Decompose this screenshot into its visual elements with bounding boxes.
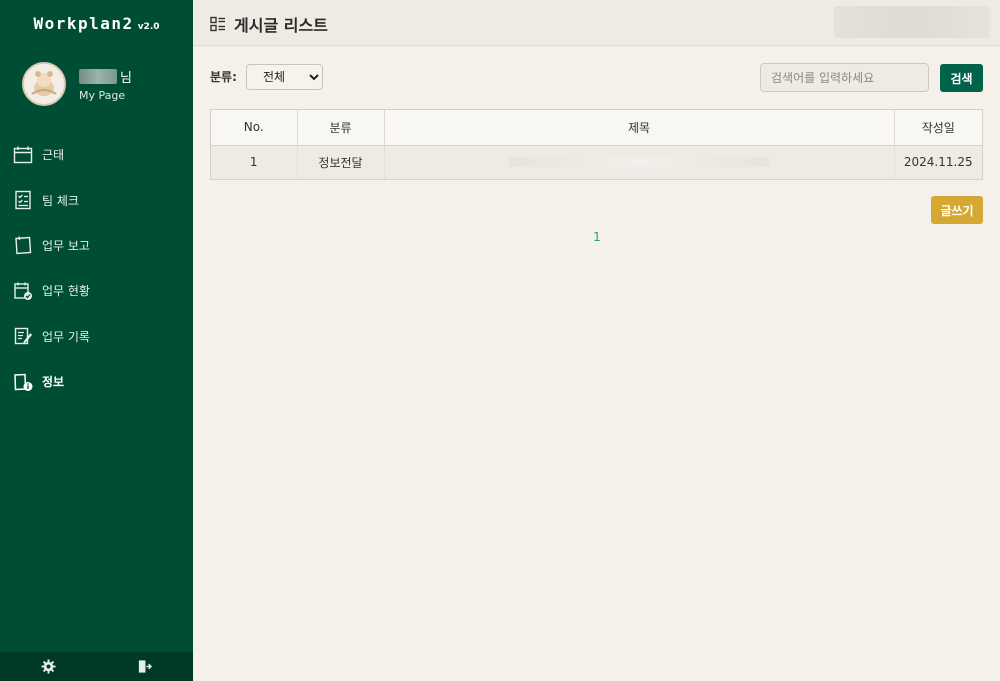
column-header-no: No. bbox=[211, 110, 298, 146]
sidebar-item-label: 업무 현황 bbox=[42, 284, 90, 299]
avatar[interactable] bbox=[22, 62, 66, 106]
user-name: 님 bbox=[79, 67, 132, 87]
app-version: v2.0 bbox=[137, 22, 160, 32]
sidebar-item-label: 정보 bbox=[42, 375, 65, 390]
sidebar-item-team-check[interactable]: 팀 체크 bbox=[0, 177, 193, 222]
topbar: 게시글 리스트 bbox=[193, 0, 1000, 46]
table-header-row: No. 분류 제목 작성일 bbox=[211, 110, 982, 146]
table-row[interactable]: 1 정보전달 2024.11.25 bbox=[211, 145, 982, 179]
list-grid-icon bbox=[210, 16, 225, 32]
column-header-category: 분류 bbox=[297, 110, 385, 146]
blurred-username bbox=[79, 69, 117, 84]
sidebar-nav: 근태 팀 체크 업무 보고 업무 현황 업무 기록 정보 bbox=[0, 132, 193, 404]
sidebar-item-work-status[interactable]: 업무 현황 bbox=[0, 268, 193, 313]
calendar-check-icon bbox=[13, 281, 33, 301]
sidebar-item-label: 업무 기록 bbox=[42, 329, 90, 344]
sidebar-item-info[interactable]: 정보 bbox=[0, 359, 193, 404]
logout-button[interactable] bbox=[96, 659, 192, 674]
blurred-header-widget bbox=[834, 6, 990, 38]
cell-category: 정보전달 bbox=[297, 145, 385, 179]
cell-date: 2024.11.25 bbox=[894, 145, 982, 179]
note-icon bbox=[13, 235, 33, 255]
cell-no: 1 bbox=[211, 145, 298, 179]
logout-icon bbox=[138, 660, 152, 673]
pagination-page-current[interactable]: 1 bbox=[590, 230, 604, 244]
brand-logo[interactable]: Workplan2 v2.0 bbox=[0, 14, 193, 33]
checklist-icon bbox=[13, 190, 33, 210]
sidebar-item-label: 업무 보고 bbox=[42, 238, 90, 253]
sidebar-item-label: 근태 bbox=[42, 148, 65, 163]
category-filter-label: 분류: bbox=[210, 70, 237, 84]
honorific-suffix: 님 bbox=[120, 71, 132, 86]
page-title: 게시글 리스트 bbox=[210, 12, 328, 36]
avatar-image bbox=[24, 64, 64, 104]
mypage-link[interactable]: My Page bbox=[79, 89, 132, 102]
column-header-title: 제목 bbox=[384, 110, 895, 146]
cell-title[interactable] bbox=[384, 145, 895, 179]
sidebar-item-work-log[interactable]: 업무 기록 bbox=[0, 314, 193, 359]
column-header-date: 작성일 bbox=[894, 110, 982, 146]
write-post-button[interactable]: 글쓰기 bbox=[931, 196, 983, 224]
post-table: No. 분류 제목 작성일 1 정보전달 2024.11.25 bbox=[210, 109, 983, 180]
search-input[interactable] bbox=[760, 63, 929, 92]
page-title-text: 게시글 리스트 bbox=[234, 16, 328, 35]
gear-icon bbox=[40, 659, 56, 674]
edit-document-icon bbox=[13, 326, 33, 346]
sidebar: Workplan2 v2.0 님 My Page 근태 팀 체크 업무 보고 업… bbox=[0, 0, 193, 681]
sidebar-item-label: 팀 체크 bbox=[42, 193, 79, 208]
calendar-icon bbox=[13, 145, 33, 165]
blurred-post-title bbox=[509, 157, 769, 168]
search-button[interactable]: 검색 bbox=[940, 64, 983, 92]
sidebar-item-attendance[interactable]: 근태 bbox=[0, 132, 193, 177]
app-name: Workplan2 bbox=[33, 14, 134, 33]
sidebar-item-work-report[interactable]: 업무 보고 bbox=[0, 223, 193, 268]
category-select[interactable]: 전체 bbox=[246, 64, 323, 90]
user-profile[interactable]: 님 My Page bbox=[22, 62, 132, 106]
settings-button[interactable] bbox=[0, 659, 96, 674]
info-book-icon bbox=[13, 372, 33, 392]
sidebar-footer bbox=[0, 652, 193, 681]
